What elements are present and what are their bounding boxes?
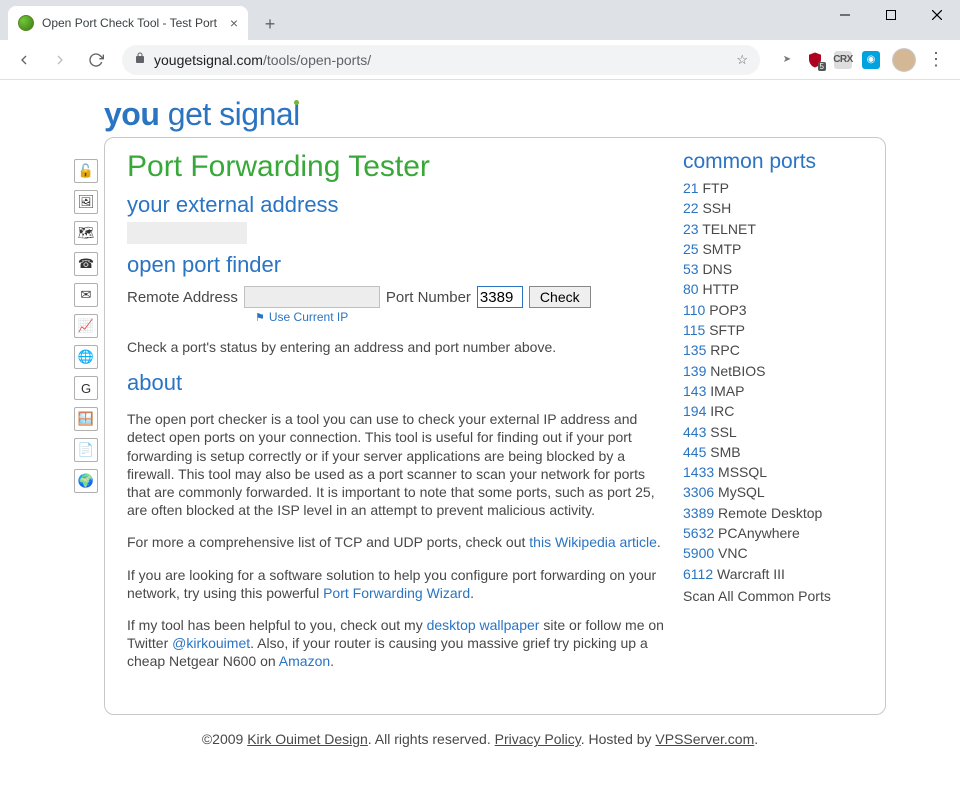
extension-paperplane-icon[interactable]: ➤ — [778, 51, 796, 69]
window-titlebar: Open Port Check Tool - Test Port × + — [0, 0, 960, 40]
port-number-input[interactable] — [477, 286, 523, 308]
port-item[interactable]: 22 SSH — [683, 198, 863, 218]
profile-avatar[interactable] — [892, 48, 916, 72]
port-item[interactable]: 80 HTTP — [683, 279, 863, 299]
browser-toolbar: yougetsignal.com/tools/open-ports/ ☆ ➤ 5… — [0, 40, 960, 80]
port-item[interactable]: 6112 Warcraft III — [683, 564, 863, 584]
tab-title: Open Port Check Tool - Test Port — [42, 16, 217, 30]
window-maximize-button[interactable] — [868, 0, 914, 30]
port-item[interactable]: 3389 Remote Desktop — [683, 503, 863, 523]
port-item[interactable]: 3306 MySQL — [683, 482, 863, 502]
tool-nav-icon[interactable]: 🌐 — [74, 345, 98, 369]
label-port-number: Port Number — [386, 289, 471, 306]
footer-privacy-link[interactable]: Privacy Policy — [495, 731, 581, 747]
lock-icon — [134, 51, 146, 68]
amazon-link[interactable]: Amazon — [279, 653, 330, 669]
common-ports-list: 21 FTP22 SSH23 TELNET25 SMTP53 DNS80 HTT… — [683, 178, 863, 584]
footer-host-link[interactable]: VPSServer.com — [655, 731, 754, 747]
about-p4: If my tool has been helpful to you, chec… — [127, 616, 667, 671]
port-item[interactable]: 115 SFTP — [683, 320, 863, 340]
logo-dot-icon — [294, 100, 299, 105]
footer-designer-link[interactable]: Kirk Ouimet Design — [247, 731, 368, 747]
scan-all-ports-link[interactable]: Scan All Common Ports — [683, 588, 863, 604]
tool-nav-icon[interactable]: 🌍 — [74, 469, 98, 493]
extension-crx-icon[interactable]: CRX — [834, 51, 852, 69]
tool-nav-icon[interactable]: 🔓 — [74, 159, 98, 183]
extension-ublock-icon[interactable]: 5 — [806, 51, 824, 69]
window-minimize-button[interactable] — [822, 0, 868, 30]
port-item[interactable]: 1433 MSSQL — [683, 462, 863, 482]
close-tab-icon[interactable]: × — [230, 15, 238, 31]
port-item[interactable]: 25 SMTP — [683, 239, 863, 259]
browser-tab[interactable]: Open Port Check Tool - Test Port × — [8, 6, 248, 40]
instruction-text: Check a port's status by entering an add… — [127, 338, 667, 356]
heading-port-finder: open port finder — [127, 252, 667, 278]
new-tab-button[interactable]: + — [256, 10, 284, 38]
port-item[interactable]: 194 IRC — [683, 401, 863, 421]
browser-menu-button[interactable]: ⋮ — [920, 49, 952, 70]
tool-nav-icon[interactable]: 🗺 — [74, 221, 98, 245]
tool-nav-icon[interactable]: 📈 — [74, 314, 98, 338]
port-item[interactable]: 445 SMB — [683, 442, 863, 462]
port-forwarding-wizard-link[interactable]: Port Forwarding Wizard — [323, 585, 470, 601]
window-close-button[interactable] — [914, 0, 960, 30]
label-remote-address: Remote Address — [127, 289, 238, 306]
url-text: yougetsignal.com/tools/open-ports/ — [154, 52, 371, 68]
extension-blue-icon[interactable]: ◉ — [862, 51, 880, 69]
tool-nav-icon[interactable]: 🪟 — [74, 407, 98, 431]
port-item[interactable]: 139 NetBIOS — [683, 361, 863, 381]
forward-button[interactable] — [44, 44, 76, 76]
bookmark-star-icon[interactable]: ☆ — [736, 52, 748, 68]
port-item[interactable]: 5632 PCAnywhere — [683, 523, 863, 543]
reload-button[interactable] — [80, 44, 112, 76]
check-button[interactable]: Check — [529, 286, 591, 308]
external-ip-value — [127, 222, 247, 244]
twitter-link[interactable]: @kirkouimet — [172, 635, 250, 651]
page-title: Port Forwarding Tester — [127, 150, 667, 184]
page-footer: ©2009 Kirk Ouimet Design. All rights res… — [74, 731, 886, 747]
port-item[interactable]: 143 IMAP — [683, 381, 863, 401]
use-current-ip-link[interactable]: ⚑ Use Current IP — [255, 310, 667, 324]
flag-icon: ⚑ — [255, 311, 265, 324]
about-p1: The open port checker is a tool you can … — [127, 410, 667, 519]
port-item[interactable]: 110 POP3 — [683, 300, 863, 320]
port-item[interactable]: 21 FTP — [683, 178, 863, 198]
site-logo[interactable]: you get signal — [104, 96, 300, 133]
port-item[interactable]: 5900 VNC — [683, 543, 863, 563]
address-bar[interactable]: yougetsignal.com/tools/open-ports/ ☆ — [122, 45, 760, 75]
wikipedia-link[interactable]: this Wikipedia article — [529, 534, 657, 550]
tool-nav-icon[interactable]: G — [74, 376, 98, 400]
about-p3: If you are looking for a software soluti… — [127, 566, 667, 602]
tool-nav-icon[interactable]: ✉ — [74, 283, 98, 307]
tool-icon-strip: 🔓 🖼 🗺 ☎ ✉ 📈 🌐 G 🪟 📄 🌍 — [74, 159, 98, 493]
tool-nav-icon[interactable]: 🖼 — [74, 190, 98, 214]
port-item[interactable]: 53 DNS — [683, 259, 863, 279]
heading-about: about — [127, 370, 667, 396]
favicon-icon — [18, 15, 34, 31]
heading-external-address: your external address — [127, 192, 667, 218]
wallpaper-link[interactable]: desktop wallpaper — [427, 617, 540, 633]
port-item[interactable]: 135 RPC — [683, 340, 863, 360]
tool-nav-icon[interactable]: ☎ — [74, 252, 98, 276]
heading-common-ports: common ports — [683, 150, 863, 174]
port-item[interactable]: 443 SSL — [683, 422, 863, 442]
port-item[interactable]: 23 TELNET — [683, 219, 863, 239]
back-button[interactable] — [8, 44, 40, 76]
remote-address-input[interactable] — [244, 286, 380, 308]
tool-nav-icon[interactable]: 📄 — [74, 438, 98, 462]
about-p2: For more a comprehensive list of TCP and… — [127, 533, 667, 551]
